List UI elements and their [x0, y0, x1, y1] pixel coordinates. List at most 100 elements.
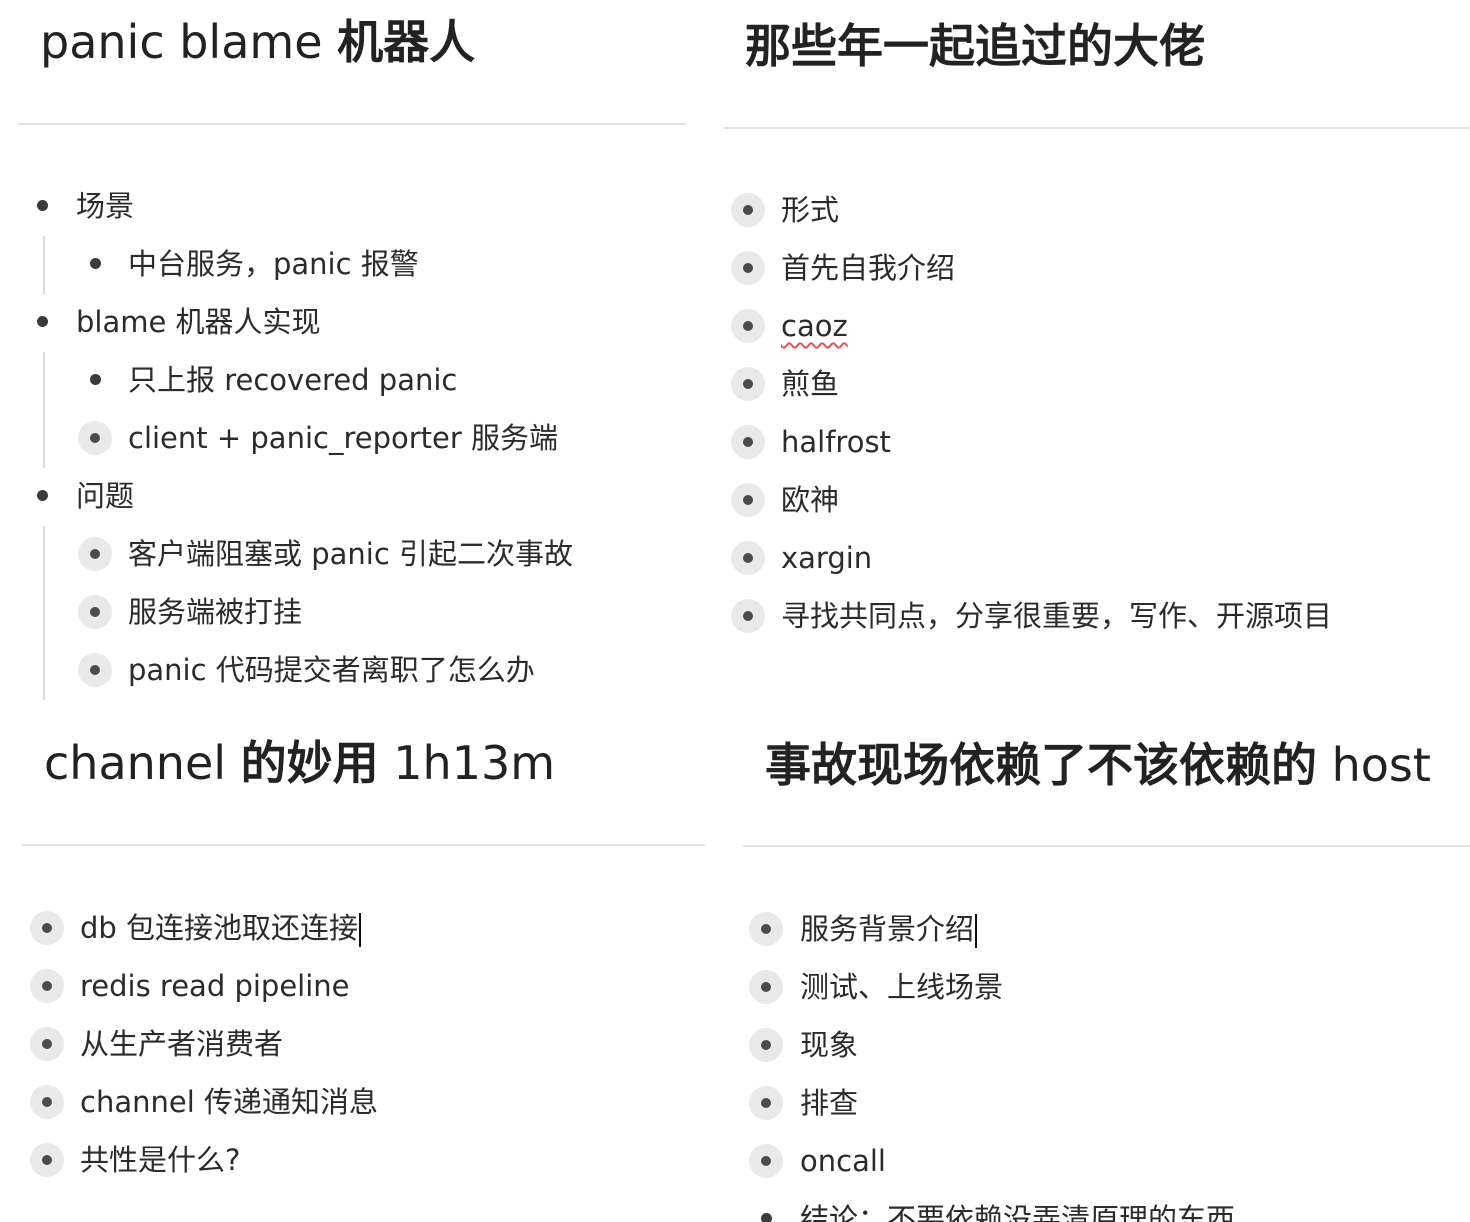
list-item-text[interactable]: 排查	[800, 1074, 858, 1132]
note-title[interactable]: panic blame 机器人	[40, 12, 475, 72]
note-title-cjk: 那些年一起追过的大佬	[745, 19, 1205, 73]
collapsed-bullet-icon[interactable]	[749, 1144, 783, 1178]
list-item[interactable]: oncall	[725, 1132, 1470, 1190]
list-item[interactable]: 寻找共同点，分享很重要，写作、开源项目	[705, 587, 1470, 645]
list-item-text[interactable]: xargin	[781, 529, 872, 587]
list-item[interactable]: 从生产者消费者	[0, 1015, 725, 1073]
list-item-text[interactable]: 结论：不要依赖没弄清原理的东西	[800, 1190, 1235, 1222]
note-title-cjk: 事故现场依赖了不该依赖的	[765, 738, 1317, 792]
list-item[interactable]: 首先自我介绍	[705, 239, 1470, 297]
list-item-text[interactable]: 测试、上线场景	[800, 958, 1003, 1016]
collapsed-bullet-icon[interactable]	[731, 541, 765, 575]
list-item[interactable]: channel 传递通知消息	[0, 1073, 725, 1131]
list-item-text[interactable]: oncall	[800, 1132, 886, 1190]
collapsed-bullet-icon[interactable]	[30, 911, 64, 945]
list-item[interactable]: client + panic_reporter 服务端	[0, 409, 705, 467]
text-cursor	[975, 914, 978, 948]
list-item-text[interactable]: 寻找共同点，分享很重要，写作、开源项目	[781, 587, 1332, 645]
list-item[interactable]: 结论：不要依赖没弄清原理的东西	[725, 1190, 1470, 1222]
collapsed-bullet-icon[interactable]	[731, 251, 765, 285]
note-panel-big-names: 那些年一起追过的大佬 形式 首先自我介绍 caoz 煎鱼 halfrost 欧神…	[705, 0, 1470, 705]
list-item[interactable]: 中台服务，panic 报警	[0, 235, 705, 293]
list-item-text[interactable]: 首先自我介绍	[781, 239, 955, 297]
collapsed-bullet-icon[interactable]	[78, 653, 112, 687]
list-item-text[interactable]: 从生产者消费者	[80, 1015, 283, 1073]
list-item[interactable]: redis read pipeline	[0, 957, 725, 1015]
list-item[interactable]: 现象	[725, 1016, 1470, 1074]
list-item-text[interactable]: channel 传递通知消息	[80, 1073, 378, 1131]
list-item[interactable]: db 包连接池取还连接	[0, 899, 725, 957]
collapsed-bullet-icon[interactable]	[731, 483, 765, 517]
list-item[interactable]: 客户端阻塞或 panic 引起二次事故	[0, 525, 705, 583]
list-item-text[interactable]: client + panic_reporter 服务端	[128, 409, 558, 467]
list-item-text[interactable]: 客户端阻塞或 panic 引起二次事故	[128, 525, 573, 583]
list-item-text[interactable]: panic 代码提交者离职了怎么办	[128, 641, 535, 699]
list-item-text-wrap[interactable]: 服务背景介绍	[800, 900, 978, 958]
list-item[interactable]: 煎鱼	[705, 355, 1470, 413]
collapsed-bullet-icon[interactable]	[731, 309, 765, 343]
note-title[interactable]: channel 的妙用 1h13m	[44, 733, 555, 793]
collapsed-bullet-icon[interactable]	[78, 595, 112, 629]
list-item-text[interactable]: halfrost	[781, 413, 891, 471]
bullet-icon[interactable]	[90, 258, 101, 269]
list-item-text[interactable]: 只上报 recovered panic	[128, 351, 457, 409]
list-item-text[interactable]: redis read pipeline	[80, 957, 350, 1015]
list-item-text[interactable]: 服务背景介绍	[800, 912, 974, 946]
list-item[interactable]: 共性是什么?	[0, 1131, 725, 1189]
note-title-latin: host	[1317, 738, 1431, 792]
list-item[interactable]: 服务端被打挂	[0, 583, 705, 641]
title-divider	[22, 844, 705, 846]
list-item-text[interactable]: 场景	[76, 177, 134, 235]
note-title-cjk: 的妙用	[240, 736, 379, 790]
collapsed-bullet-icon[interactable]	[30, 1027, 64, 1061]
list-item[interactable]: 排查	[725, 1074, 1470, 1132]
note-title[interactable]: 事故现场依赖了不该依赖的 host	[765, 735, 1431, 795]
list-item[interactable]: panic 代码提交者离职了怎么办	[0, 641, 705, 699]
list-item-text[interactable]: db 包连接池取还连接	[80, 911, 358, 945]
list-item[interactable]: 欧神	[705, 471, 1470, 529]
collapsed-bullet-icon[interactable]	[731, 367, 765, 401]
list-item[interactable]: caoz	[705, 297, 1470, 355]
list-item-text[interactable]: 欧神	[781, 471, 839, 529]
collapsed-bullet-icon[interactable]	[78, 537, 112, 571]
collapsed-bullet-icon[interactable]	[78, 421, 112, 455]
bullet-icon[interactable]	[37, 490, 48, 501]
collapsed-bullet-icon[interactable]	[731, 599, 765, 633]
collapsed-bullet-icon[interactable]	[749, 1086, 783, 1120]
list-item-text[interactable]: 煎鱼	[781, 355, 839, 413]
list-item-text[interactable]: 共性是什么?	[80, 1131, 240, 1189]
note-title[interactable]: 那些年一起追过的大佬	[745, 16, 1205, 76]
list-item-text[interactable]: 问题	[76, 467, 134, 525]
list-item[interactable]: 测试、上线场景	[725, 958, 1470, 1016]
list-item[interactable]: 问题	[0, 467, 705, 525]
list-item[interactable]: 只上报 recovered panic	[0, 351, 705, 409]
list-item-text[interactable]: blame 机器人实现	[76, 293, 321, 351]
collapsed-bullet-icon[interactable]	[30, 1143, 64, 1177]
list-item-text-wrap[interactable]: db 包连接池取还连接	[80, 899, 362, 957]
text-cursor	[359, 913, 362, 947]
list-item-text[interactable]: 形式	[781, 181, 839, 239]
list-item-text[interactable]: 服务端被打挂	[128, 583, 302, 641]
list-item[interactable]: blame 机器人实现	[0, 293, 705, 351]
bullet-icon[interactable]	[37, 200, 48, 211]
bullet-icon[interactable]	[37, 316, 48, 327]
list-item[interactable]: xargin	[705, 529, 1470, 587]
list-item-text[interactable]: 中台服务，panic 报警	[128, 235, 419, 293]
collapsed-bullet-icon[interactable]	[731, 193, 765, 227]
list-item[interactable]: 形式	[705, 181, 1470, 239]
list-item-text[interactable]: caoz	[781, 297, 848, 355]
collapsed-bullet-icon[interactable]	[30, 1085, 64, 1119]
title-divider	[743, 845, 1470, 847]
collapsed-bullet-icon[interactable]	[749, 912, 783, 946]
note-title-latin: panic blame	[40, 15, 338, 69]
bullet-icon[interactable]	[90, 374, 101, 385]
collapsed-bullet-icon[interactable]	[749, 970, 783, 1004]
list-item-text[interactable]: 现象	[800, 1016, 858, 1074]
list-item[interactable]: halfrost	[705, 413, 1470, 471]
collapsed-bullet-icon[interactable]	[749, 1028, 783, 1062]
collapsed-bullet-icon[interactable]	[731, 425, 765, 459]
list-item[interactable]: 场景	[0, 177, 705, 235]
bullet-icon[interactable]	[761, 1213, 772, 1222]
collapsed-bullet-icon[interactable]	[30, 969, 64, 1003]
list-item[interactable]: 服务背景介绍	[725, 900, 1470, 958]
